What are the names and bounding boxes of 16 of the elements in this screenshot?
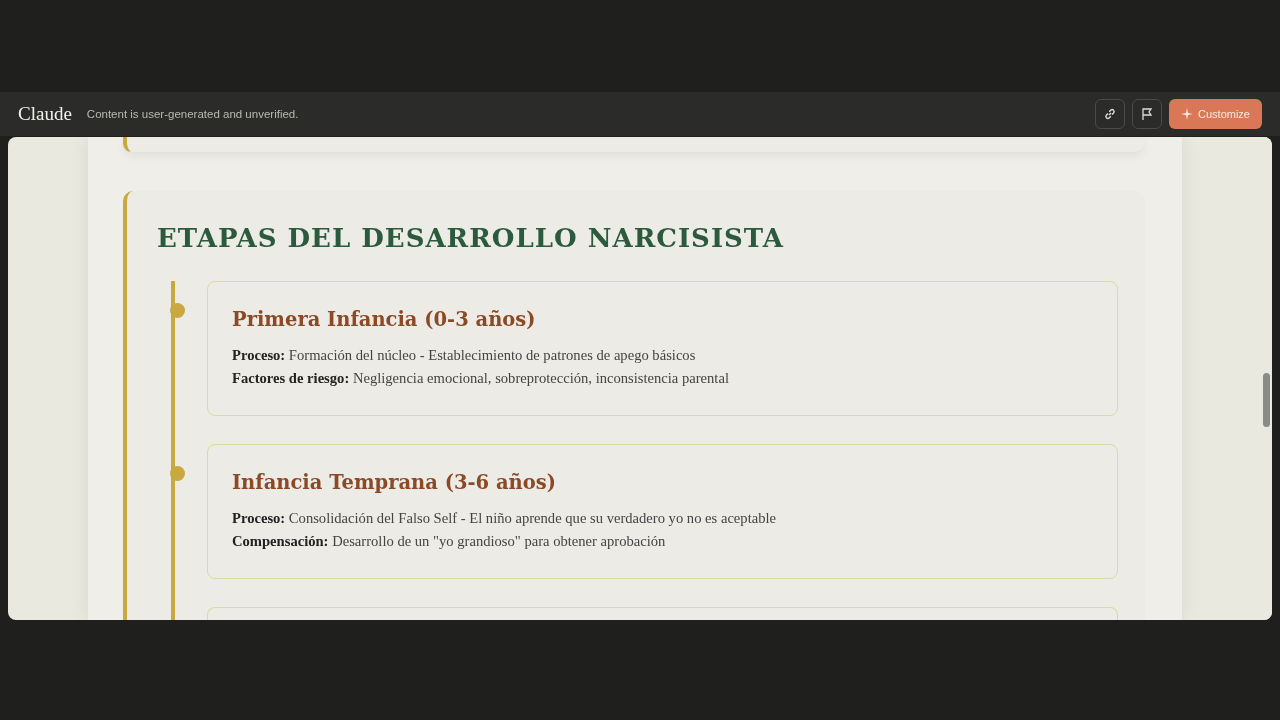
app-name: Claude: [18, 103, 72, 125]
flag-icon: [1140, 107, 1155, 121]
section-title: ETAPAS DEL DESARROLLO NARCISISTA: [157, 223, 785, 253]
link-button[interactable]: [1095, 99, 1126, 129]
stage-detail: Factores de riesgo: Negligencia emocional, sobreprotección, inconsistencia parental: [232, 369, 730, 388]
stage-title: Primera Infancia (0-3 años): [232, 308, 537, 331]
scrollbar-thumb[interactable]: [1263, 373, 1270, 427]
sparkle-icon: [1181, 108, 1194, 120]
content-notice: Content is user-generated and unverified.: [86, 108, 299, 120]
stage-detail: Proceso: Formación del núcleo - Establecimiento de patrones de apego básicos: [232, 346, 697, 365]
stage-title: Infancia Temprana (3-6 años): [232, 471, 557, 494]
flag-button[interactable]: [1132, 99, 1163, 129]
customize-button[interactable]: Customize: [1169, 99, 1262, 129]
stage-detail: Proceso: Consolidación del Falso Self - El niño aprende que su verdadero yo no es aceptable: [232, 509, 777, 528]
link-icon: [1103, 107, 1118, 121]
stage-detail: Compensación: Desarrollo de un "yo grandioso" para obtener aprobación: [232, 532, 667, 551]
